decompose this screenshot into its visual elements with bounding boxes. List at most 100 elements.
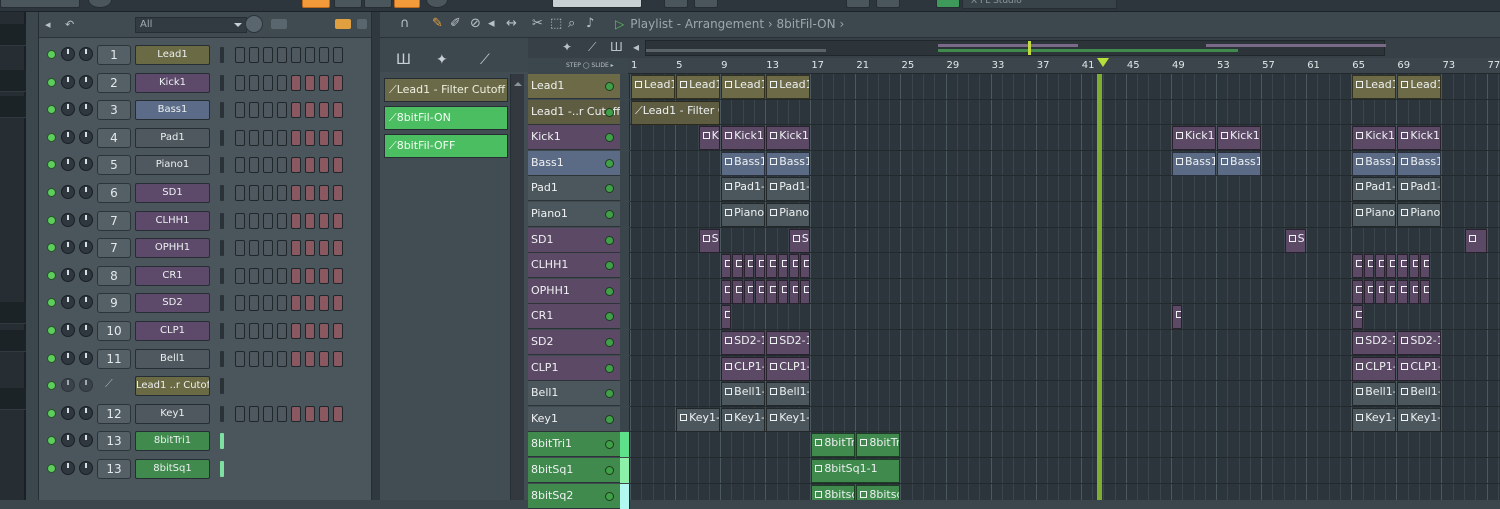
step-button[interactable] xyxy=(319,240,329,257)
audio-clip-icon[interactable]: ✦ xyxy=(562,40,572,54)
volume-knob[interactable] xyxy=(79,212,93,227)
track-header[interactable]: CLHH1 xyxy=(528,253,620,279)
pattern-clip[interactable] xyxy=(732,279,743,304)
step-button[interactable] xyxy=(235,185,245,201)
pattern-clip[interactable]: Bass1-1 xyxy=(766,151,811,176)
step-button[interactable] xyxy=(277,350,287,367)
zoom-icon[interactable]: ⌕ xyxy=(568,16,575,31)
pattern-clip[interactable]: Bell1-1 xyxy=(721,382,766,407)
pattern-clip[interactable]: Pad1-1 xyxy=(1397,177,1442,202)
mixer-track-number[interactable]: 6 xyxy=(97,183,131,203)
step-button[interactable] xyxy=(319,185,329,201)
toolbar-button[interactable] xyxy=(846,0,870,8)
step-button[interactable] xyxy=(319,47,329,63)
channel-name-button[interactable]: OPHH1 xyxy=(135,238,210,259)
channel-name-button[interactable]: Kick1 xyxy=(135,72,210,93)
channel-name-button[interactable]: SD2 xyxy=(135,293,210,314)
pan-knob[interactable] xyxy=(61,102,75,117)
browser-item[interactable] xyxy=(0,24,26,46)
step-button[interactable] xyxy=(333,267,343,284)
channel-mute-led[interactable] xyxy=(47,408,56,418)
pan-knob[interactable] xyxy=(61,405,75,420)
step-button[interactable] xyxy=(235,323,245,339)
step-button[interactable] xyxy=(263,47,273,63)
channel-name-button[interactable]: Piano1 xyxy=(135,155,210,176)
piano-roll-icon[interactable] xyxy=(357,19,367,29)
pan-knob[interactable] xyxy=(61,323,75,337)
pattern-clip[interactable]: Lead1-1 xyxy=(721,75,766,99)
pattern-clip[interactable]: Bass1-1 xyxy=(1352,151,1397,176)
step-button[interactable] xyxy=(277,267,287,284)
channel-selector[interactable] xyxy=(220,212,224,229)
pattern-clip[interactable]: SD2-1 xyxy=(1352,331,1397,355)
toolbar-button[interactable] xyxy=(936,0,960,8)
pattern-clip[interactable]: CLP1-1 xyxy=(1397,356,1442,381)
pattern-clip[interactable]: Pad1-1 xyxy=(766,177,811,202)
current-pattern-name[interactable]: 8bitFil-ON xyxy=(777,17,836,31)
track-header[interactable]: OPHH1 xyxy=(528,278,620,304)
step-button[interactable] xyxy=(277,295,287,312)
step-button[interactable] xyxy=(333,102,343,119)
channel-mute-led[interactable] xyxy=(47,188,56,197)
pattern-clip[interactable] xyxy=(754,254,766,279)
channel-filter-dropdown[interactable]: All xyxy=(135,17,247,33)
step-button[interactable] xyxy=(277,129,287,146)
pattern-clip[interactable]: Lead1-1 xyxy=(676,75,721,99)
step-button[interactable] xyxy=(249,295,259,312)
mixer-track-number[interactable]: 5 xyxy=(97,155,131,176)
timeline-ruler[interactable]: 1 5 9 13 17 21 25 29 33 37 41 45 49 53 57 61 65 69 73 77 xyxy=(628,58,1500,74)
pattern-clip[interactable]: 8bitTri1-1 xyxy=(811,433,856,458)
pattern-clip[interactable]: Bell1-1 xyxy=(1397,382,1442,407)
channel-name-button[interactable]: Lead1 xyxy=(135,45,210,65)
channel-selector[interactable] xyxy=(220,323,224,339)
pattern-clip[interactable] xyxy=(1464,228,1487,253)
step-button[interactable] xyxy=(249,323,259,339)
pattern-clip[interactable]: Piano1-1 xyxy=(1397,203,1442,227)
pattern-clip[interactable] xyxy=(1419,254,1431,279)
mixer-track-number[interactable]: 12 xyxy=(97,403,131,424)
song-mode-button[interactable] xyxy=(394,0,420,8)
pan-knob[interactable] xyxy=(61,74,75,89)
step-button[interactable] xyxy=(249,405,259,422)
pattern-clip[interactable] xyxy=(721,305,732,330)
mixer-track-number[interactable]: 7 xyxy=(97,210,131,231)
track-header[interactable]: SD1 xyxy=(528,227,620,253)
mixer-track-number[interactable]: 3 xyxy=(97,100,131,121)
pattern-clip[interactable]: CLP1-1 xyxy=(721,356,766,381)
step-button[interactable] xyxy=(277,212,287,229)
pattern-clip[interactable] xyxy=(1386,279,1397,304)
mixer-track-number[interactable]: 10 xyxy=(97,321,131,341)
track-mute-led[interactable] xyxy=(605,133,614,143)
pattern-clip[interactable]: Bass1-1 xyxy=(1397,151,1442,176)
step-button[interactable] xyxy=(277,47,287,63)
step-button[interactable] xyxy=(249,102,259,119)
channel-name-button[interactable]: Bell1 xyxy=(135,348,210,369)
step-button[interactable] xyxy=(333,157,343,174)
step-button[interactable] xyxy=(249,350,259,367)
channel-selector[interactable] xyxy=(220,47,224,63)
channel-selector[interactable] xyxy=(220,433,224,450)
volume-knob[interactable] xyxy=(79,102,93,117)
channel-selector[interactable] xyxy=(220,405,224,422)
track-mute-led[interactable] xyxy=(605,210,614,219)
step-button[interactable] xyxy=(333,323,343,339)
arrangement-overview[interactable] xyxy=(645,40,1386,56)
pattern-clip[interactable]: 8bitsq2-1 xyxy=(811,484,856,500)
channel-selector[interactable] xyxy=(220,157,224,174)
pattern-clip[interactable]: Kick1-1 xyxy=(1171,126,1217,151)
pattern-clip[interactable] xyxy=(777,254,788,279)
channel-selector[interactable] xyxy=(220,378,224,395)
track-header[interactable]: Pad1 xyxy=(528,176,620,202)
step-button[interactable] xyxy=(333,47,343,63)
volume-knob[interactable] xyxy=(79,461,93,475)
channel-mute-led[interactable] xyxy=(47,436,56,446)
channel-name-button[interactable]: Key1 xyxy=(135,403,210,424)
track-header[interactable]: CLP1 xyxy=(528,355,620,381)
step-button[interactable] xyxy=(263,405,273,422)
step-button[interactable] xyxy=(333,295,343,312)
step-button[interactable] xyxy=(333,405,343,422)
track-mute-led[interactable] xyxy=(605,363,614,373)
channel-mute-led[interactable] xyxy=(47,381,56,391)
step-button[interactable] xyxy=(291,267,301,284)
pattern-clip[interactable]: SD1-1 xyxy=(1284,228,1307,253)
